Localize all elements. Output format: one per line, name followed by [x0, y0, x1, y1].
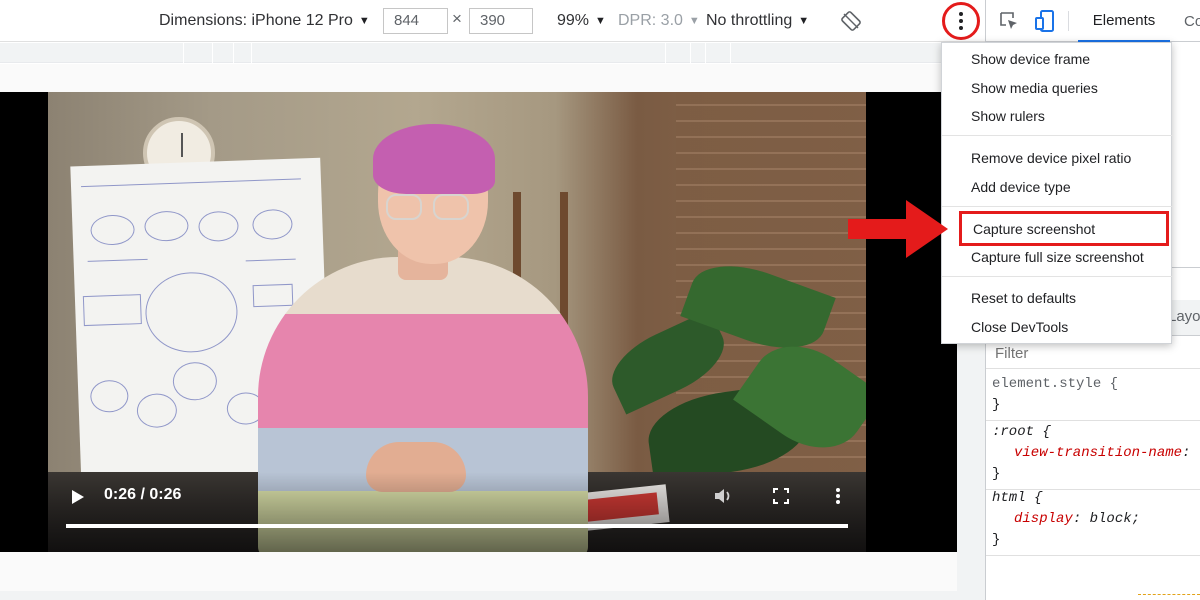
- menu-item-capture-full-size-screenshot[interactable]: Capture full size screenshot: [942, 243, 1173, 271]
- css-property[interactable]: display: block;: [992, 509, 1195, 530]
- css-selector: :root {: [992, 424, 1051, 440]
- menu-item-show-rulers[interactable]: Show rulers: [942, 102, 1173, 130]
- device-toolbar: Dimensions: iPhone 12 Pro ▼ 844 × 390 99…: [0, 0, 985, 42]
- css-rule-element-style: element.style { }: [986, 370, 1200, 421]
- dimensions-dropdown[interactable]: Dimensions: iPhone 12 Pro ▼: [159, 0, 370, 42]
- caret-down-icon: ▼: [688, 15, 700, 27]
- css-rule-html: html { display: block; }: [986, 484, 1200, 556]
- css-property-value: :: [1182, 445, 1191, 461]
- css-selector: element.style {: [992, 376, 1119, 392]
- css-selector: html {: [992, 490, 1043, 506]
- height-input[interactable]: 390: [469, 8, 533, 34]
- zoom-label: 99%: [557, 12, 590, 29]
- person-hair: [373, 124, 495, 194]
- video-player[interactable]: 0:26 / 0:26: [0, 92, 957, 552]
- caret-down-icon: ▼: [798, 15, 810, 27]
- dpr-label: DPR: 3.0: [618, 12, 683, 29]
- video-progress-fill: [66, 524, 848, 528]
- fullscreen-icon[interactable]: [773, 488, 789, 504]
- menu-item-capture-screenshot[interactable]: Capture screenshot: [959, 211, 1169, 246]
- device-options-menu: Show device frame Show media queries Sho…: [941, 42, 1173, 344]
- more-options-button[interactable]: [942, 2, 980, 40]
- width-input[interactable]: 844: [383, 8, 448, 34]
- inspect-element-icon[interactable]: [998, 10, 1020, 32]
- annotation-arrow-icon: [848, 200, 948, 258]
- video-time: 0:26 / 0:26: [104, 486, 182, 503]
- menu-item-add-device-type[interactable]: Add device type: [942, 173, 1173, 201]
- css-rule-close: }: [992, 397, 1001, 413]
- rotate-icon[interactable]: [840, 10, 862, 32]
- css-property[interactable]: view-transition-name:: [992, 443, 1195, 464]
- throttling-dropdown[interactable]: No throttling ▼: [706, 0, 809, 42]
- css-property-value: block;: [1089, 511, 1141, 527]
- css-rule-root: :root { view-transition-name: }: [986, 418, 1200, 490]
- tab-elements[interactable]: Elements: [1078, 0, 1170, 42]
- styles-filter-input[interactable]: [992, 341, 1197, 365]
- caret-down-icon: ▼: [595, 15, 606, 27]
- device-viewport: 0:26 / 0:26: [0, 64, 985, 600]
- menu-item-show-device-frame[interactable]: Show device frame: [942, 45, 1173, 73]
- emulated-page: 0:26 / 0:26: [0, 64, 957, 591]
- times-icon: ×: [452, 9, 462, 28]
- css-property-name: display: [1014, 511, 1073, 527]
- media-query-bar: [0, 43, 985, 63]
- controls-gradient: [48, 472, 866, 552]
- css-property-name: view-transition-name: [1014, 445, 1183, 461]
- menu-item-close-devtools[interactable]: Close DevTools: [942, 313, 1173, 341]
- video-progress-bar[interactable]: [66, 524, 848, 528]
- menu-item-reset-to-defaults[interactable]: Reset to defaults: [942, 284, 1173, 312]
- menu-item-remove-dpr[interactable]: Remove device pixel ratio: [942, 144, 1173, 172]
- devtools-tabbar: Elements Co: [986, 0, 1200, 42]
- device-toolbar-icon[interactable]: [1034, 9, 1056, 33]
- zoom-dropdown[interactable]: 99% ▼: [557, 0, 606, 42]
- css-rule-close: }: [992, 466, 1001, 482]
- more-vertical-icon: [959, 12, 963, 30]
- css-rule-close: }: [992, 532, 1001, 548]
- glasses: [386, 194, 422, 220]
- box-model-outline: [1138, 594, 1200, 600]
- caret-down-icon: ▼: [358, 15, 370, 27]
- menu-item-show-media-queries[interactable]: Show media queries: [942, 74, 1173, 102]
- dimensions-label: Dimensions: iPhone 12 Pro: [159, 12, 353, 29]
- throttling-label: No throttling: [706, 12, 793, 29]
- video-more-icon[interactable]: [833, 488, 843, 506]
- glasses: [433, 194, 469, 220]
- tab-console[interactable]: Co: [1184, 0, 1200, 42]
- volume-icon[interactable]: [713, 486, 735, 506]
- play-icon[interactable]: [70, 488, 86, 506]
- dpr-dropdown[interactable]: DPR: 3.0 ▼: [618, 0, 700, 42]
